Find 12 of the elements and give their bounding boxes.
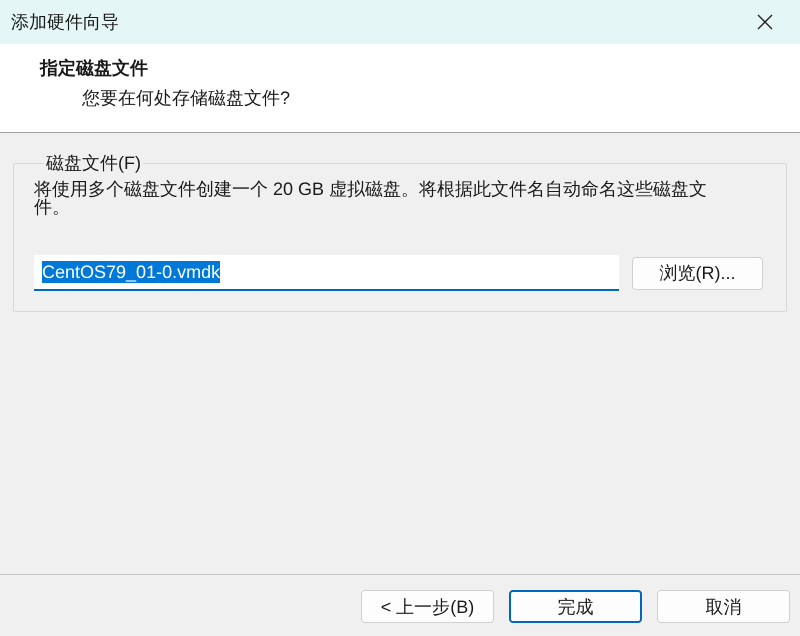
file-name-field[interactable]: CentOS79_01-0.vmdk — [34, 255, 619, 291]
window-title: 添加硬件向导 — [11, 11, 119, 34]
close-icon[interactable] — [757, 14, 773, 30]
page-subtitle: 您要在何处存储磁盘文件? — [82, 88, 290, 108]
page-heading: 指定磁盘文件 — [40, 58, 148, 78]
dialog-button[interactable]: 取消 — [657, 590, 790, 623]
file-name-text: CentOS79_01-0.vmdk — [42, 261, 220, 283]
dialog-button[interactable]: 完成 — [509, 590, 642, 623]
browse-button[interactable]: 浏览(R)... — [632, 256, 763, 290]
dialog-button[interactable]: < 上一步(B) — [361, 590, 494, 623]
description-text: 将使用多个磁盘文件创建一个 20 GB 虚拟磁盘。将根据此文件名自动命名这些磁盘文件。 — [34, 180, 708, 216]
group-label: 磁盘文件(F) — [45, 153, 142, 173]
